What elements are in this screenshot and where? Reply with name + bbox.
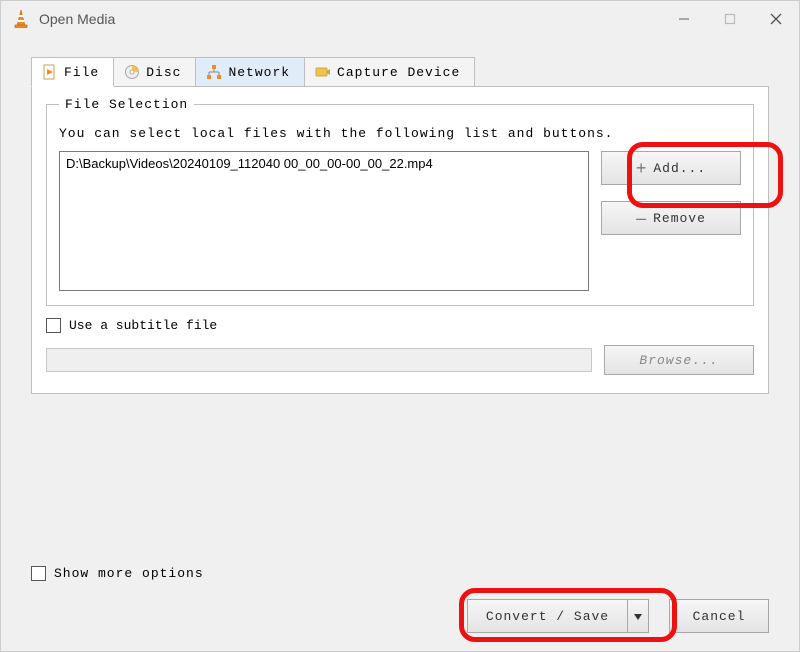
- tab-capture[interactable]: Capture Device: [304, 57, 475, 87]
- show-more-row[interactable]: Show more options: [31, 566, 769, 581]
- subtitle-path-input[interactable]: [46, 348, 592, 372]
- add-button-label: Add...: [653, 161, 706, 176]
- subtitle-checkbox[interactable]: [46, 318, 61, 333]
- subtitle-row: Browse...: [46, 345, 754, 375]
- disc-icon: [124, 64, 140, 80]
- window-controls: [661, 1, 799, 37]
- file-selection-group: File Selection You can select local file…: [46, 97, 754, 306]
- file-selection-legend: File Selection: [59, 97, 194, 112]
- open-media-dialog: Open Media File: [0, 0, 800, 652]
- dialog-footer: Show more options Convert / Save Cancel: [1, 560, 799, 651]
- vlc-cone-icon: [11, 9, 31, 29]
- convert-save-button[interactable]: Convert / Save: [467, 599, 627, 633]
- remove-button[interactable]: – Remove: [601, 201, 741, 235]
- show-more-checkbox[interactable]: [31, 566, 46, 581]
- cancel-button[interactable]: Cancel: [669, 599, 769, 633]
- show-more-label: Show more options: [54, 566, 204, 581]
- tab-file-label: File: [64, 65, 99, 80]
- subtitle-checkbox-label: Use a subtitle file: [69, 318, 217, 333]
- remove-button-label: Remove: [653, 211, 706, 226]
- tab-disc-label: Disc: [146, 65, 181, 80]
- minimize-button[interactable]: [661, 1, 707, 37]
- capture-icon: [315, 64, 331, 80]
- window-title: Open Media: [39, 11, 661, 27]
- network-icon: [206, 64, 222, 80]
- chevron-down-icon: [634, 609, 642, 624]
- file-list[interactable]: D:\Backup\Videos\20240109_112040 00_00_0…: [59, 151, 589, 291]
- add-button[interactable]: + Add...: [601, 151, 741, 185]
- maximize-button[interactable]: [707, 1, 753, 37]
- dialog-content: File Disc Network Capture Device: [1, 37, 799, 560]
- convert-save-split-button: Convert / Save: [467, 599, 649, 633]
- subtitle-checkbox-row[interactable]: Use a subtitle file: [46, 318, 754, 333]
- convert-save-label: Convert / Save: [486, 609, 609, 624]
- cancel-button-label: Cancel: [693, 609, 746, 624]
- file-selection-hint: You can select local files with the foll…: [59, 126, 741, 141]
- tab-file[interactable]: File: [31, 57, 114, 87]
- browse-button-label: Browse...: [639, 353, 718, 368]
- tab-disc[interactable]: Disc: [113, 57, 196, 87]
- tab-panel-file: File Selection You can select local file…: [31, 86, 769, 394]
- source-tabs: File Disc Network Capture Device: [31, 57, 769, 87]
- file-list-item[interactable]: D:\Backup\Videos\20240109_112040 00_00_0…: [66, 156, 582, 171]
- tab-network-label: Network: [228, 65, 290, 80]
- plus-icon: +: [636, 159, 648, 177]
- browse-button[interactable]: Browse...: [604, 345, 754, 375]
- tab-network[interactable]: Network: [195, 57, 305, 87]
- tab-capture-label: Capture Device: [337, 65, 460, 80]
- close-button[interactable]: [753, 1, 799, 37]
- minus-icon: –: [636, 209, 647, 227]
- titlebar: Open Media: [1, 1, 799, 37]
- convert-save-dropdown[interactable]: [627, 599, 649, 633]
- file-icon: [42, 64, 58, 80]
